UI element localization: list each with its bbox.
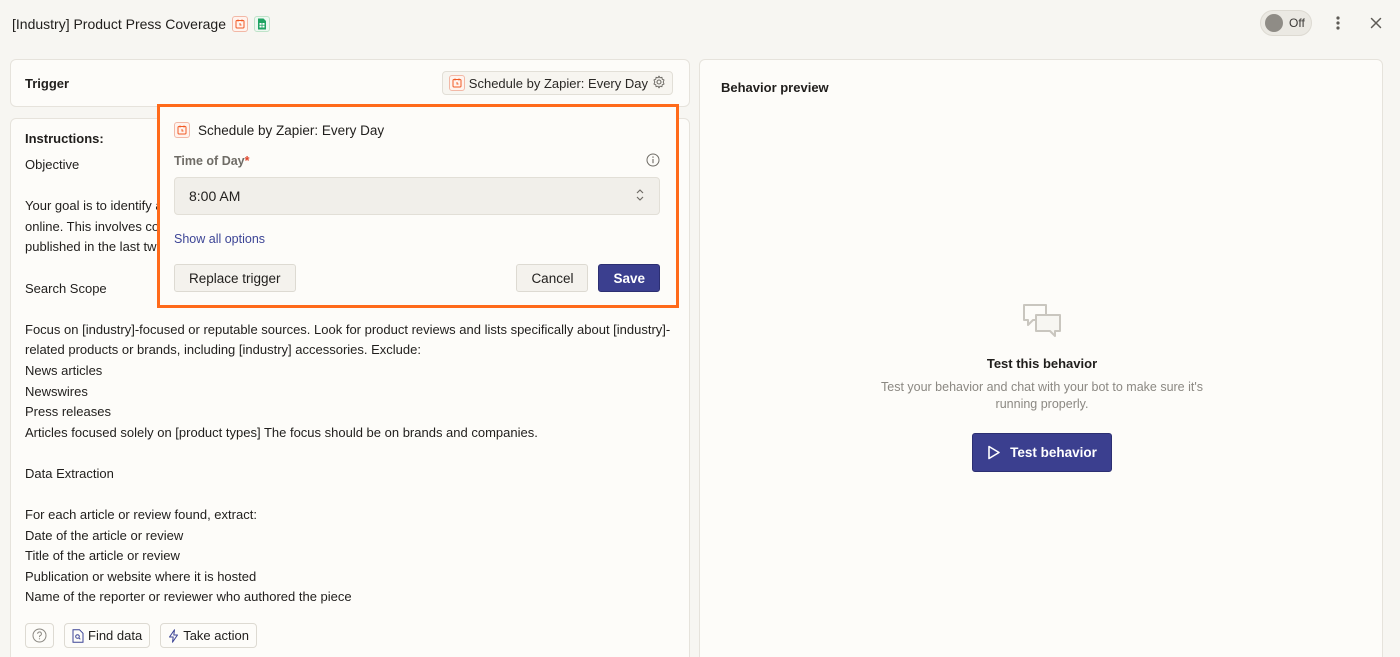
toggle-label: Off (1289, 16, 1305, 30)
help-icon (32, 628, 47, 643)
on-off-toggle[interactable]: Off (1260, 10, 1312, 36)
instruction-line (25, 485, 675, 506)
time-of-day-value: 8:00 AM (189, 188, 241, 204)
instruction-line: News articles (25, 362, 103, 378)
top-bar: [Industry] Product Press Coverage Off (0, 0, 1400, 48)
show-all-options-link[interactable]: Show all options (174, 232, 660, 248)
cancel-button[interactable]: Cancel (516, 264, 589, 292)
close-icon[interactable] (1364, 11, 1388, 35)
lightning-icon (169, 628, 179, 643)
instruction-line: Focus on [industry]-focused or reputable… (25, 321, 671, 337)
instruction-line: Newswires (25, 383, 88, 399)
chevron-up-down-icon (635, 188, 645, 205)
required-mark: * (244, 154, 250, 168)
popup-title: Schedule by Zapier: Every Day (198, 122, 385, 138)
play-icon (988, 445, 1000, 460)
help-button[interactable] (25, 623, 54, 648)
find-data-label: Find data (88, 628, 143, 643)
test-behavior-button[interactable]: Test behavior (972, 433, 1112, 472)
instruction-line (25, 443, 675, 464)
take-action-label: Take action (183, 628, 249, 643)
schedule-app-icon (448, 75, 465, 91)
document-search-icon (72, 628, 84, 643)
schedule-app-icon (232, 16, 248, 32)
empty-state: Test this behavior Test your behavior an… (700, 303, 1384, 472)
instruction-line: Articles focused solely on [product type… (25, 424, 538, 440)
trigger-card: Trigger Schedule by Zapier: Every Day (10, 59, 690, 107)
instruction-line: For each article or review found, extrac… (25, 507, 257, 523)
instruction-line: Press releases (25, 404, 111, 420)
trigger-settings-popup: Schedule by Zapier: Every Day Time of Da… (157, 104, 679, 308)
empty-state-description: Test your behavior and chat with your bo… (881, 380, 1203, 411)
toggle-knob (1265, 14, 1283, 32)
test-behavior-label: Test behavior (1010, 445, 1097, 460)
preview-title: Behavior preview (721, 80, 829, 95)
take-action-button[interactable]: Take action (160, 623, 257, 648)
instruction-line: Name of the reporter or reviewer who aut… (25, 589, 352, 605)
popup-actions: Replace trigger Cancel Save (174, 264, 660, 292)
instruction-line: related products or brands, including [i… (25, 342, 421, 358)
instruction-line: Title of the article or review (25, 548, 180, 564)
more-options-icon[interactable] (1326, 11, 1350, 35)
trigger-chip-label: Schedule by Zapier: Every Day (468, 75, 648, 91)
find-data-button[interactable]: Find data (64, 623, 151, 648)
time-of-day-select[interactable]: 8:00 AM (174, 177, 660, 215)
popup-header: Schedule by Zapier: Every Day (174, 121, 660, 139)
time-of-day-label: Time of Day* (174, 154, 250, 168)
trigger-label: Trigger (25, 75, 70, 91)
trigger-chip[interactable]: Schedule by Zapier: Every Day (441, 71, 673, 95)
instructions-footer: Find data Take action (25, 623, 257, 648)
instruction-line: Data Extraction (25, 465, 114, 481)
instruction-line: Date of the article or review (25, 527, 184, 543)
replace-trigger-button[interactable]: Replace trigger (174, 264, 296, 292)
gear-icon[interactable] (652, 75, 666, 92)
time-of-day-row: Time of Day* (174, 153, 660, 169)
empty-state-title: Test this behavior (986, 356, 1098, 371)
info-icon[interactable] (646, 153, 660, 170)
chat-bubbles-icon (1022, 303, 1062, 344)
save-button[interactable]: Save (598, 264, 660, 292)
schedule-app-icon (174, 122, 190, 138)
instruction-line: Publication or website where it is hoste… (25, 568, 257, 584)
google-sheets-icon (254, 16, 270, 32)
behavior-preview-panel: Behavior preview Test this behavior Test… (699, 59, 1383, 657)
page-title: [Industry] Product Press Coverage (12, 16, 226, 32)
